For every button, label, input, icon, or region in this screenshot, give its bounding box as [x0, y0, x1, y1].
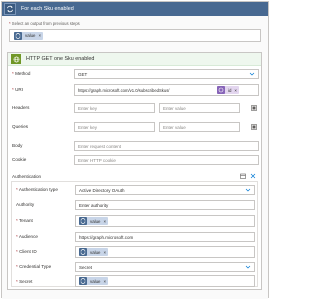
uri-label: URI: [15, 87, 23, 92]
remove-token-icon[interactable]: ×: [104, 279, 107, 284]
queries-label: Queries: [12, 124, 29, 129]
output-label-row: * Select an output from previous steps: [9, 21, 80, 26]
method-value: GET: [78, 71, 88, 77]
secret-label: Secret: [19, 279, 33, 284]
loop-token-icon: [79, 248, 87, 256]
method-label-row: * Method: [12, 71, 30, 76]
chevron-down-icon[interactable]: [245, 264, 251, 272]
cookie-label: Cookie: [12, 157, 27, 162]
method-select[interactable]: GET: [74, 69, 259, 79]
globe-icon: [11, 54, 21, 64]
remove-token-icon[interactable]: ×: [104, 250, 107, 255]
queries-key-placeholder: Enter key: [78, 124, 98, 130]
headers-key-placeholder: Enter key: [78, 105, 98, 111]
authority-label: Authority: [16, 202, 35, 207]
audience-label-row: * Audience: [16, 234, 38, 239]
audience-input[interactable]: https://graph.microsoft.com: [75, 232, 255, 242]
loop-token-icon: [14, 31, 22, 40]
audience-label: Audience: [18, 234, 38, 239]
http-action-card: HTTP GET one Sku enabled * Method GET * …: [7, 52, 262, 290]
http-token-icon: [217, 86, 225, 94]
queries-value-input[interactable]: Enter value: [159, 122, 240, 132]
http-card-header[interactable]: HTTP GET one Sku enabled: [8, 53, 261, 66]
headers-key-input[interactable]: Enter key: [74, 103, 155, 113]
switch-to-text-mode-icon[interactable]: [251, 124, 257, 130]
body-label: Body: [12, 143, 23, 148]
remove-token-icon[interactable]: ×: [39, 33, 42, 38]
calendar-icon[interactable]: [240, 173, 246, 179]
auth-type-label-row: * Authentication type: [16, 187, 58, 192]
secret-input[interactable]: value ×: [75, 275, 255, 287]
foreach-title: For each Sku enabled: [21, 6, 74, 12]
cookie-placeholder: Enter HTTP cookie: [78, 157, 116, 163]
tenant-input[interactable]: value ×: [75, 215, 255, 227]
audience-value: https://graph.microsoft.com: [79, 234, 134, 240]
chevron-down-icon[interactable]: [249, 71, 255, 79]
client-id-token[interactable]: value ×: [79, 248, 109, 256]
output-token-label: value: [25, 33, 36, 38]
client-id-label: Client ID: [19, 249, 37, 254]
secret-label-row: * Secret: [16, 279, 32, 284]
headers-label: Headers: [12, 105, 30, 110]
body-placeholder: Enter request content: [78, 143, 122, 149]
queries-key-input[interactable]: Enter key: [74, 122, 155, 132]
tenant-label-row: * Tenant: [16, 218, 33, 223]
uri-value: https://graph.microsoft.com/v1.0/subscri…: [78, 87, 170, 93]
client-id-label-row: * Client ID: [16, 249, 37, 254]
close-icon[interactable]: [250, 173, 256, 179]
uri-id-token[interactable]: id ×: [217, 86, 239, 94]
credential-type-label-row: * Credential Type: [16, 264, 51, 269]
credential-type-label: Credential Type: [19, 264, 52, 269]
tenant-token[interactable]: value ×: [79, 217, 109, 225]
loop-icon: [4, 3, 16, 15]
credential-type-value: Secret: [79, 264, 93, 270]
auth-type-select[interactable]: Active Directory OAuth: [75, 185, 255, 195]
headers-value-placeholder: Enter value: [163, 105, 186, 111]
secret-token[interactable]: value ×: [79, 277, 109, 285]
loop-token-icon: [79, 217, 87, 225]
chevron-down-icon[interactable]: [245, 187, 251, 195]
output-token[interactable]: value ×: [14, 31, 44, 40]
queries-value-placeholder: Enter value: [163, 124, 186, 130]
credential-type-select[interactable]: Secret: [75, 262, 255, 272]
client-id-token-label: value: [90, 249, 101, 255]
client-id-input[interactable]: value ×: [75, 246, 255, 258]
uri-token-label: id: [228, 87, 232, 93]
body-input[interactable]: Enter request content: [74, 141, 259, 151]
output-label: Select an output from previous steps: [11, 21, 80, 26]
authentication-panel: * Authentication type Active Directory O…: [11, 181, 258, 287]
headers-value-input[interactable]: Enter value: [159, 103, 240, 113]
auth-type-label: Authentication type: [18, 187, 58, 192]
uri-input[interactable]: https://graph.microsoft.com/v1.0/subscri…: [74, 84, 259, 96]
switch-to-text-mode-icon[interactable]: [251, 105, 257, 111]
secret-token-label: value: [90, 278, 101, 284]
authority-input[interactable]: Enter authority: [75, 200, 255, 210]
remove-token-icon[interactable]: ×: [104, 219, 107, 224]
authentication-label: Authentication: [12, 174, 42, 179]
uri-label-row: * URI: [12, 87, 23, 92]
remove-token-icon[interactable]: ×: [234, 88, 237, 93]
http-card-title: HTTP GET one Sku enabled: [26, 56, 95, 62]
method-label: Method: [15, 71, 31, 76]
tenant-token-label: value: [90, 218, 101, 224]
cookie-input[interactable]: Enter HTTP cookie: [74, 155, 259, 165]
tenant-label: Tenant: [18, 218, 33, 223]
auth-type-value: Active Directory OAuth: [79, 187, 125, 193]
foreach-header[interactable]: For each Sku enabled: [2, 2, 268, 16]
loop-token-icon: [79, 277, 87, 285]
output-input[interactable]: value ×: [9, 29, 261, 42]
authority-placeholder: Enter authority: [79, 202, 109, 208]
